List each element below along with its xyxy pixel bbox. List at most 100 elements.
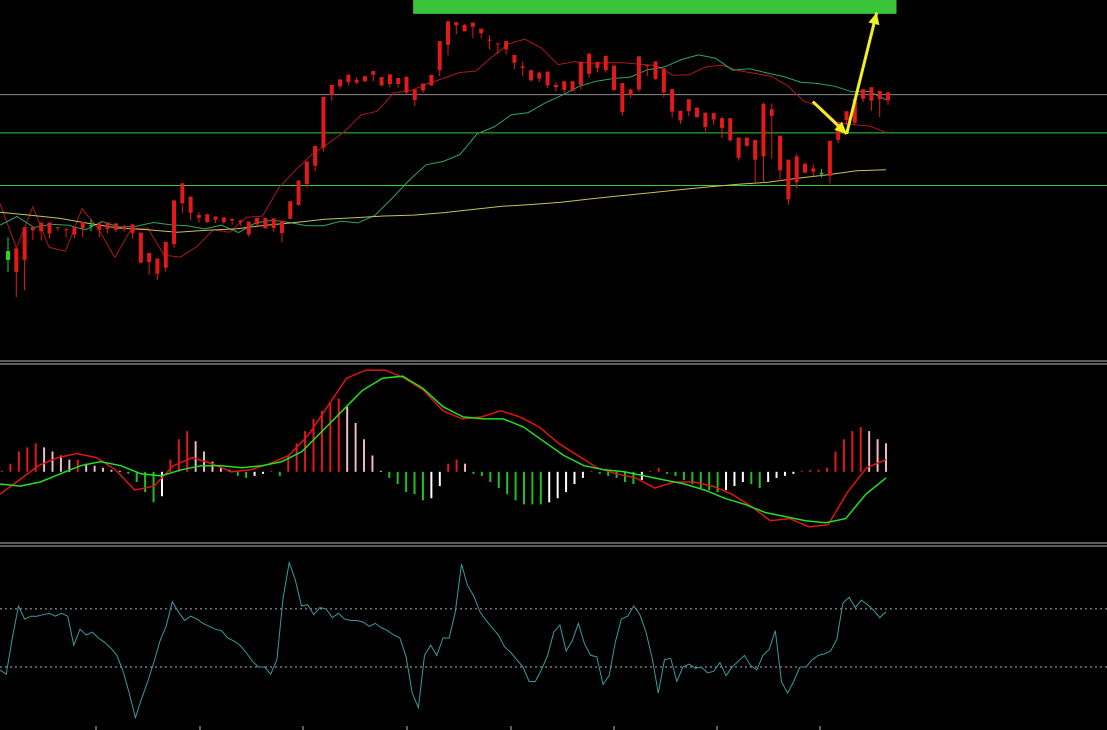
candle-body bbox=[30, 227, 35, 231]
candle-body bbox=[886, 92, 890, 101]
candle-body bbox=[869, 87, 874, 101]
candle-body bbox=[138, 232, 143, 263]
candle-body bbox=[595, 61, 600, 68]
candle-body bbox=[64, 229, 69, 231]
candle-body bbox=[130, 224, 135, 234]
candle-body bbox=[304, 161, 309, 185]
candle-body bbox=[470, 22, 475, 27]
candle-body bbox=[537, 72, 542, 79]
candle-body bbox=[296, 180, 301, 205]
candle-body bbox=[661, 68, 666, 93]
candle-body bbox=[80, 222, 85, 229]
candle-body bbox=[329, 84, 334, 96]
candle-body bbox=[238, 220, 243, 223]
chart-canvas bbox=[0, 0, 1107, 730]
candle-body bbox=[802, 163, 807, 173]
candle-body bbox=[811, 168, 816, 172]
candle-body bbox=[769, 109, 774, 116]
target-zone-box bbox=[413, 0, 897, 14]
candle-body bbox=[155, 258, 160, 274]
candle-body bbox=[105, 222, 110, 229]
candle-body bbox=[653, 61, 658, 79]
candle-body bbox=[362, 76, 367, 82]
candle-body bbox=[728, 118, 733, 141]
candle-body bbox=[371, 71, 376, 75]
candle-body bbox=[230, 218, 235, 221]
candle-body bbox=[72, 227, 77, 235]
candle-body bbox=[786, 159, 791, 200]
candle-body bbox=[205, 214, 210, 222]
candle-body bbox=[196, 215, 201, 218]
candle-body bbox=[387, 74, 392, 84]
candle-body bbox=[479, 28, 484, 34]
candle-body bbox=[379, 77, 384, 86]
candle-body bbox=[695, 107, 700, 118]
candle-body bbox=[678, 110, 683, 121]
candle-body bbox=[520, 66, 525, 68]
candle-body bbox=[495, 43, 500, 45]
candle-body bbox=[97, 223, 102, 230]
candle-body bbox=[612, 65, 617, 90]
candle-body bbox=[844, 111, 849, 120]
candle-body bbox=[620, 83, 625, 113]
candle-body bbox=[172, 200, 177, 245]
candle-body bbox=[877, 90, 882, 100]
candle-body bbox=[578, 61, 583, 85]
trading-chart bbox=[0, 0, 1107, 730]
candle-body bbox=[354, 79, 359, 83]
candle-body bbox=[861, 89, 866, 99]
candle-body bbox=[213, 216, 218, 220]
candle-body bbox=[719, 118, 724, 128]
candle-body bbox=[570, 81, 575, 91]
candle-body bbox=[188, 196, 193, 213]
candle-body bbox=[421, 83, 426, 91]
candle-body bbox=[645, 65, 650, 67]
candle-body bbox=[47, 222, 52, 234]
candle-body bbox=[288, 201, 293, 219]
candle-body bbox=[446, 21, 450, 45]
candle-body bbox=[703, 112, 708, 127]
candle-body bbox=[6, 251, 10, 260]
candle-body bbox=[778, 135, 783, 171]
candle-body bbox=[454, 22, 459, 26]
candle-body bbox=[670, 89, 675, 112]
candle-body bbox=[529, 70, 534, 81]
candle-body bbox=[147, 252, 152, 263]
candle-body bbox=[437, 41, 442, 71]
candle-body bbox=[562, 81, 567, 90]
candle-body bbox=[321, 96, 326, 148]
candle-body bbox=[221, 217, 226, 222]
candle-body bbox=[545, 71, 550, 86]
candle-body bbox=[736, 137, 741, 158]
candle-body bbox=[14, 248, 19, 272]
candle-body bbox=[587, 53, 592, 74]
candle-body bbox=[263, 217, 268, 229]
candle-body bbox=[39, 222, 44, 232]
candle-body bbox=[553, 84, 558, 88]
candle-body bbox=[711, 113, 716, 120]
candle-body bbox=[113, 223, 118, 230]
candle-body bbox=[429, 74, 434, 86]
candle-body bbox=[744, 137, 749, 146]
candle-body bbox=[487, 39, 492, 41]
candle-body bbox=[255, 217, 260, 225]
candle-body bbox=[603, 55, 608, 71]
candle-body bbox=[180, 183, 185, 204]
candle-body bbox=[271, 218, 276, 228]
candle-body bbox=[512, 54, 517, 63]
candle-body bbox=[628, 89, 633, 96]
candle-body bbox=[761, 103, 766, 157]
candle-body bbox=[636, 56, 641, 90]
candle-body bbox=[313, 145, 318, 166]
candle-body bbox=[404, 76, 409, 93]
candle-body bbox=[338, 79, 343, 87]
candle-body bbox=[819, 173, 824, 175]
candle-body bbox=[504, 41, 509, 50]
candle-body bbox=[163, 241, 168, 268]
candle-body bbox=[396, 78, 401, 84]
candle-body bbox=[753, 139, 758, 160]
candle-body bbox=[279, 220, 284, 234]
chart-background bbox=[0, 0, 1107, 730]
candle-body bbox=[89, 225, 94, 227]
candle-body bbox=[794, 156, 799, 183]
